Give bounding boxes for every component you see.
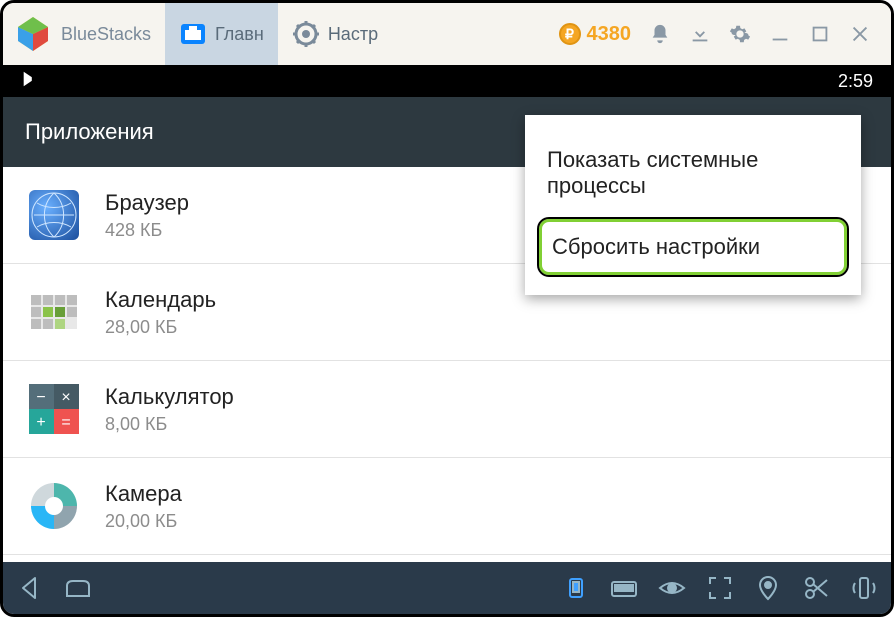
titlebar: BlueStacks Главн Настр ₽ 4380 [3, 3, 891, 65]
home-app-icon [179, 20, 207, 48]
app-name-label: Калькулятор [105, 384, 234, 410]
scissors-icon[interactable] [801, 573, 831, 603]
android-statusbar: 2:59 [3, 65, 891, 97]
download-icon[interactable] [689, 23, 711, 45]
eye-icon[interactable] [657, 573, 687, 603]
svg-text:−: − [36, 389, 45, 406]
list-item[interactable]: Камера 20,00 КБ [3, 458, 891, 555]
gear-icon [292, 20, 320, 48]
svg-text:×: × [61, 389, 70, 406]
app-size-label: 428 КБ [105, 220, 189, 241]
back-icon[interactable] [15, 573, 45, 603]
svg-text:+: + [36, 414, 45, 431]
titlebar-right: ₽ 4380 [559, 23, 892, 46]
tab-home-label: Главн [215, 24, 264, 45]
fullscreen-icon[interactable] [705, 573, 735, 603]
svg-text:=: = [61, 414, 70, 431]
overflow-menu: Показать системные процессы Сбросить нас… [525, 115, 861, 295]
maximize-icon[interactable] [809, 23, 831, 45]
coin-icon: ₽ [559, 23, 581, 45]
browser-app-icon [29, 190, 79, 240]
camera-app-icon [29, 481, 79, 531]
app-name-label: Камера [105, 481, 182, 507]
tab-settings[interactable]: Настр [278, 3, 392, 65]
app-name: BlueStacks [61, 24, 151, 45]
menu-show-system-processes[interactable]: Показать системные процессы [525, 131, 861, 215]
play-indicator-icon [21, 70, 39, 93]
home-icon[interactable] [63, 573, 93, 603]
keyboard-icon[interactable] [609, 573, 639, 603]
bell-icon[interactable] [649, 23, 671, 45]
bluestacks-logo-icon [13, 14, 53, 54]
app-size-label: 8,00 КБ [105, 414, 234, 435]
page-title: Приложения [25, 119, 154, 145]
close-icon[interactable] [849, 23, 871, 45]
window-frame: BlueStacks Главн Настр ₽ 4380 [0, 0, 894, 617]
minimize-icon[interactable] [769, 23, 791, 45]
android-navbar [3, 562, 891, 614]
shake-icon[interactable] [849, 573, 879, 603]
tab-home[interactable]: Главн [165, 3, 278, 65]
gear-small-icon[interactable] [729, 23, 751, 45]
list-item[interactable]: − × + = Калькулятор 8,00 КБ [3, 361, 891, 458]
menu-reset-settings[interactable]: Сбросить настройки [539, 219, 847, 275]
rotate-icon[interactable] [561, 573, 591, 603]
app-name-label: Браузер [105, 190, 189, 216]
statusbar-time: 2:59 [838, 71, 873, 92]
app-name-label: Календарь [105, 287, 216, 313]
location-icon[interactable] [753, 573, 783, 603]
coin-value: 4380 [587, 23, 632, 46]
calculator-app-icon: − × + = [29, 384, 79, 434]
app-size-label: 20,00 КБ [105, 511, 182, 532]
calendar-app-icon [29, 287, 79, 337]
app-size-label: 28,00 КБ [105, 317, 216, 338]
coin-balance[interactable]: ₽ 4380 [559, 23, 632, 46]
tab-settings-label: Настр [328, 24, 378, 45]
